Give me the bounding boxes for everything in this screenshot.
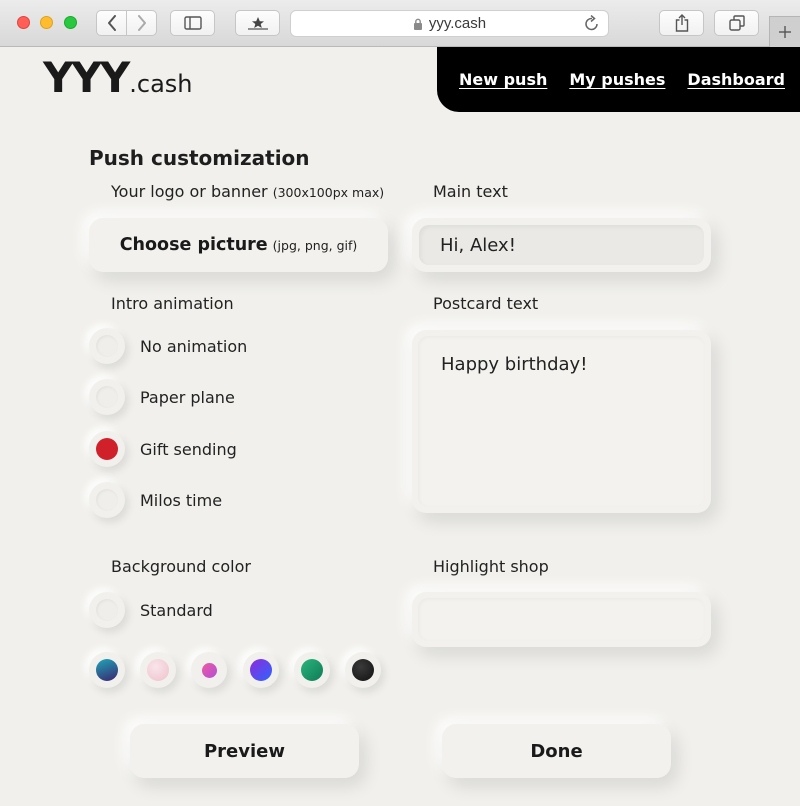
page-title: Push customization	[89, 146, 310, 170]
color-swatch-black[interactable]	[345, 652, 381, 688]
postcard-text-wrapper: Happy birthday!	[412, 330, 711, 513]
swatch-color	[147, 659, 169, 681]
browser-toolbar: yyy.cash	[0, 0, 800, 47]
forward-button[interactable]	[126, 10, 157, 36]
bookmarks-button[interactable]	[235, 10, 280, 36]
nav-link-dashboard[interactable]: Dashboard	[687, 70, 785, 89]
highlight-shop-input[interactable]	[418, 598, 705, 641]
animation-option-milos-time[interactable]: Milos time	[89, 482, 222, 518]
highlight-shop-label: Highlight shop	[433, 557, 549, 576]
logo-banner-label-text: Your logo or banner	[111, 182, 268, 201]
main-text-field-wrapper	[412, 218, 711, 272]
swatch-color	[301, 659, 323, 681]
nav-link-new-push[interactable]: New push	[459, 70, 547, 89]
reload-icon[interactable]	[584, 14, 600, 36]
radio-indicator	[96, 599, 118, 621]
radio-button[interactable]	[89, 482, 125, 518]
done-button[interactable]: Done	[442, 724, 671, 778]
background-option-standard[interactable]: Standard	[89, 592, 213, 628]
logo-banner-label: Your logo or banner (300x100px max)	[111, 182, 384, 201]
color-swatch-green[interactable]	[294, 652, 330, 688]
new-tab-button[interactable]	[769, 16, 800, 47]
radio-button[interactable]	[89, 328, 125, 364]
choose-picture-button[interactable]: Choose picture (jpg, png, gif)	[89, 218, 388, 272]
radio-label: Milos time	[140, 490, 223, 510]
window-minimize-button[interactable]	[40, 16, 53, 29]
star-icon	[247, 17, 268, 30]
swatch-color	[201, 662, 217, 678]
swatch-color	[352, 659, 374, 681]
choose-picture-hint: (jpg, png, gif)	[272, 237, 358, 253]
main-text-label: Main text	[433, 182, 508, 201]
intro-animation-label: Intro animation	[111, 294, 234, 313]
highlight-shop-wrapper	[412, 592, 711, 647]
animation-option-no-animation[interactable]: No animation	[89, 328, 247, 364]
address-text: yyy.cash	[428, 15, 487, 32]
window-close-button[interactable]	[17, 16, 30, 29]
main-text-input[interactable]	[419, 225, 704, 265]
radio-button[interactable]	[89, 592, 125, 628]
choose-picture-label: Choose picture	[119, 235, 268, 255]
background-color-label: Background color	[111, 557, 251, 576]
color-swatch-teal-navy[interactable]	[89, 652, 125, 688]
share-button[interactable]	[659, 10, 704, 36]
window-zoom-button[interactable]	[64, 16, 77, 29]
radio-label: Gift sending	[140, 439, 237, 459]
logo-wordmark: YYY	[43, 53, 130, 102]
radio-button[interactable]	[89, 431, 125, 467]
radio-indicator-selected	[96, 438, 118, 460]
radio-label: No animation	[140, 336, 248, 356]
address-bar[interactable]: yyy.cash	[290, 10, 609, 37]
postcard-textarea[interactable]: Happy birthday!	[418, 336, 705, 507]
color-swatch-blush[interactable]	[140, 652, 176, 688]
lock-icon	[413, 18, 423, 30]
preview-button[interactable]: Preview	[130, 724, 359, 778]
swatch-color	[250, 659, 272, 681]
tab-overview-button[interactable]	[714, 10, 759, 36]
sidebar-toggle-button[interactable]	[170, 10, 215, 36]
logo-suffix: .cash	[129, 70, 193, 98]
logo-banner-hint: (300x100px max)	[272, 185, 385, 200]
radio-indicator	[96, 335, 118, 357]
radio-button[interactable]	[89, 379, 125, 415]
radio-indicator	[96, 489, 118, 511]
nav-link-my-pushes[interactable]: My pushes	[569, 70, 665, 89]
animation-option-gift-sending[interactable]: Gift sending	[89, 431, 237, 467]
sidebar-icon	[183, 16, 202, 30]
tabs-icon	[728, 15, 745, 31]
radio-label: Standard	[140, 600, 213, 620]
radio-indicator	[96, 386, 118, 408]
color-swatch-violet-blue[interactable]	[243, 652, 279, 688]
postcard-text-label: Postcard text	[433, 294, 539, 313]
animation-option-paper-plane[interactable]: Paper plane	[89, 379, 235, 415]
color-swatch-pink-purple[interactable]	[191, 652, 227, 688]
site-logo[interactable]: YYY .cash	[43, 53, 193, 102]
chevron-right-icon	[137, 15, 146, 31]
top-navigation: New push My pushes Dashboard	[437, 47, 800, 112]
radio-label: Paper plane	[140, 387, 235, 407]
swatch-color	[96, 659, 118, 681]
chevron-left-icon	[107, 15, 116, 31]
share-icon	[675, 14, 688, 32]
back-button[interactable]	[96, 10, 127, 36]
plus-icon	[779, 26, 791, 38]
